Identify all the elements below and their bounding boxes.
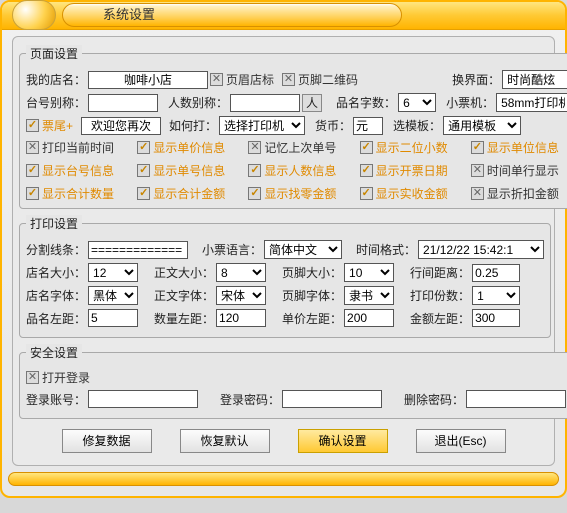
- table-alias-label: 台号别称：: [26, 94, 86, 111]
- time-label: 时间格式：: [356, 241, 416, 258]
- currency-label: 货币：: [315, 117, 351, 134]
- header-icon-check[interactable]: 页眉店标: [210, 71, 274, 88]
- page-check-7[interactable]: 显示人数信息: [248, 162, 353, 179]
- amtleft-input[interactable]: [472, 309, 520, 327]
- page-settings-group: 页面设置 我的店名： 页眉店标 页脚二维码 换界面： 时尚酷炫 台号别称： 人数…: [19, 45, 567, 209]
- window-footer-bar: [8, 472, 559, 486]
- page-check-11[interactable]: 显示合计金额: [137, 185, 242, 202]
- security-settings-legend: 安全设置: [26, 344, 82, 361]
- shopfont-select[interactable]: 黑体: [88, 286, 138, 305]
- ticket-printer-label: 小票机：: [446, 94, 494, 111]
- time-select[interactable]: 21/12/22 15:42:1: [418, 240, 544, 259]
- footer-qr-check[interactable]: 页脚二维码: [282, 71, 358, 88]
- priceleft-input[interactable]: [344, 309, 394, 327]
- nameleft-input[interactable]: [88, 309, 138, 327]
- page-check-0[interactable]: 打印当前时间: [26, 139, 131, 156]
- shopsize-label: 店名大小：: [26, 264, 86, 281]
- page-check-1[interactable]: 显示单价信息: [137, 139, 242, 156]
- qtyleft-label: 数量左距：: [154, 310, 214, 327]
- page-check-13[interactable]: 显示实收金额: [360, 185, 465, 202]
- client-area: 页面设置 我的店名： 页眉店标 页脚二维码 换界面： 时尚酷炫 台号别称： 人数…: [12, 36, 555, 466]
- bodyfont-select[interactable]: 宋体: [216, 286, 266, 305]
- lang-label: 小票语言：: [202, 241, 262, 258]
- page-check-6[interactable]: 显示单号信息: [137, 162, 242, 179]
- window-title: 系统设置: [62, 3, 402, 27]
- page-check-2[interactable]: 记忆上次单号: [248, 139, 353, 156]
- bodysize-select[interactable]: 8: [216, 263, 266, 282]
- title-bar: 系统设置: [2, 2, 565, 30]
- delete-pwd-input[interactable]: [466, 390, 566, 408]
- footer-plus-check[interactable]: 票尾+: [26, 117, 73, 134]
- currency-input[interactable]: [353, 117, 383, 135]
- ticket-printer-select[interactable]: 58mm打印机: [496, 93, 567, 112]
- login-user-input[interactable]: [88, 390, 198, 408]
- template-label: 选模板：: [393, 117, 441, 134]
- button-row: 修复数据 恢复默认 确认设置 退出(Esc): [19, 429, 548, 453]
- page-check-14[interactable]: 显示折扣金额: [471, 185, 567, 202]
- footer-text-input[interactable]: [81, 117, 161, 135]
- print-settings-legend: 打印设置: [26, 215, 82, 232]
- page-check-10[interactable]: 显示合计数量: [26, 185, 131, 202]
- print-settings-group: 打印设置 分割线条： 小票语言： 简体中文 时间格式： 21/12/22 15:…: [19, 215, 551, 338]
- name-digits-label: 品名字数：: [336, 94, 396, 111]
- footsize-select[interactable]: 10: [344, 263, 394, 282]
- priceleft-label: 单价左距：: [282, 310, 342, 327]
- page-check-12[interactable]: 显示找零金额: [248, 185, 353, 202]
- repair-button[interactable]: 修复数据: [62, 429, 152, 453]
- howprint-select[interactable]: 选择打印机: [219, 116, 305, 135]
- howprint-label: 如何打：: [169, 117, 217, 134]
- page-settings-legend: 页面设置: [26, 45, 82, 62]
- footfont-label: 页脚字体：: [282, 287, 342, 304]
- page-check-4[interactable]: 显示单位信息: [471, 139, 567, 156]
- qtyleft-input[interactable]: [216, 309, 266, 327]
- security-settings-group: 安全设置 打开登录 登录账号： 登录密码： 删除密码：: [19, 344, 567, 419]
- copies-select[interactable]: 1: [472, 286, 520, 305]
- sep-input[interactable]: [88, 241, 188, 259]
- page-check-3[interactable]: 显示二位小数: [360, 139, 465, 156]
- copies-label: 打印份数：: [410, 287, 470, 304]
- skin-label: 换界面：: [452, 71, 500, 88]
- page-checks-grid: 打印当前时间显示单价信息记忆上次单号显示二位小数显示单位信息显示台号信息显示单号…: [26, 139, 567, 202]
- skin-select[interactable]: 时尚酷炫: [502, 70, 567, 89]
- login-pwd-label: 登录密码：: [220, 391, 280, 408]
- people-unit: 人: [302, 94, 322, 112]
- bodyfont-label: 正文字体：: [154, 287, 214, 304]
- lang-select[interactable]: 简体中文: [264, 240, 342, 259]
- sep-label: 分割线条：: [26, 241, 86, 258]
- nameleft-label: 品名左距：: [26, 310, 86, 327]
- login-user-label: 登录账号：: [26, 391, 86, 408]
- linespace-label: 行间距离：: [410, 264, 470, 281]
- table-alias-input[interactable]: [88, 94, 158, 112]
- reset-button[interactable]: 恢复默认: [180, 429, 270, 453]
- amtleft-label: 金额左距：: [410, 310, 470, 327]
- open-login-check[interactable]: 打开登录: [26, 369, 90, 386]
- page-check-5[interactable]: 显示台号信息: [26, 162, 131, 179]
- system-settings-window: 系统设置 页面设置 我的店名： 页眉店标 页脚二维码 换界面： 时尚酷炫 台号别…: [0, 0, 567, 498]
- shopfont-label: 店名字体：: [26, 287, 86, 304]
- footfont-select[interactable]: 隶书: [344, 286, 394, 305]
- delete-pwd-label: 删除密码：: [404, 391, 464, 408]
- linespace-input[interactable]: [472, 264, 520, 282]
- exit-button[interactable]: 退出(Esc): [416, 429, 506, 453]
- template-select[interactable]: 通用模板: [443, 116, 521, 135]
- people-alias-input[interactable]: [230, 94, 300, 112]
- shop-name-input[interactable]: [88, 71, 208, 89]
- footsize-label: 页脚大小：: [282, 264, 342, 281]
- bodysize-label: 正文大小：: [154, 264, 214, 281]
- page-check-9[interactable]: 时间单行显示: [471, 162, 567, 179]
- page-check-8[interactable]: 显示开票日期: [360, 162, 465, 179]
- title-ornament-icon: [12, 0, 56, 30]
- shopsize-select[interactable]: 12: [88, 263, 138, 282]
- login-pwd-input[interactable]: [282, 390, 382, 408]
- shop-name-label: 我的店名：: [26, 71, 86, 88]
- people-alias-label: 人数别称：: [168, 94, 228, 111]
- name-digits-select[interactable]: 6: [398, 93, 436, 112]
- ok-button[interactable]: 确认设置: [298, 429, 388, 453]
